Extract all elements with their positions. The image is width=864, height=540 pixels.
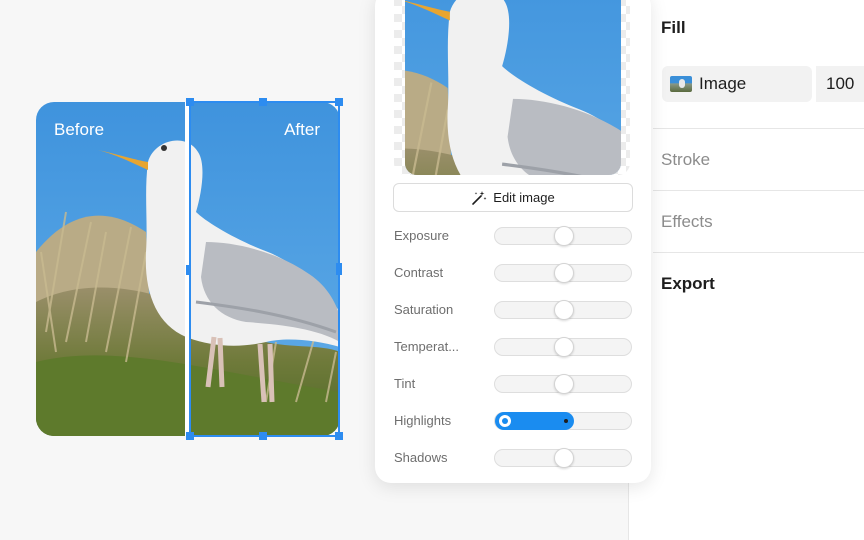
adjustment-slider[interactable] xyxy=(494,263,632,283)
export-section-title[interactable]: Export xyxy=(661,274,715,294)
adjustment-row: Saturation xyxy=(393,300,633,320)
before-label: Before xyxy=(54,120,105,139)
slider-end-marker[interactable] xyxy=(564,419,568,423)
adjustment-label: Shadows xyxy=(394,450,448,465)
resize-handle-bottom-left[interactable] xyxy=(186,432,194,440)
adjustment-label: Exposure xyxy=(394,228,449,243)
adjustment-slider[interactable] xyxy=(494,412,632,430)
section-divider xyxy=(653,252,864,253)
edit-image-button[interactable]: Edit image xyxy=(393,183,633,212)
slider-knob[interactable] xyxy=(554,337,574,357)
adjustment-row: Shadows xyxy=(393,448,633,468)
effects-section-title[interactable]: Effects xyxy=(661,212,713,232)
resize-handle-middle-left[interactable] xyxy=(186,265,191,275)
adjustment-row: Contrast xyxy=(393,263,633,283)
slider-knob[interactable] xyxy=(554,374,574,394)
resize-handle-bottom-middle[interactable] xyxy=(259,432,267,440)
adjustment-label: Highlights xyxy=(394,413,452,428)
fill-type-label: Image xyxy=(699,74,747,93)
adjustment-slider[interactable] xyxy=(494,374,632,394)
fill-section-title: Fill xyxy=(661,18,686,37)
fill-opacity-input[interactable]: 100 xyxy=(816,66,864,102)
adjustment-label: Saturation xyxy=(394,302,454,317)
slider-knob[interactable] xyxy=(554,263,574,283)
adjustment-slider[interactable] xyxy=(494,300,632,320)
adjustment-label: Contrast xyxy=(394,265,444,280)
properties-panel: Fill Image 100 Stroke Effects Export xyxy=(628,0,864,540)
adjustment-row: Temperat... xyxy=(393,337,633,357)
resize-handle-middle-right[interactable] xyxy=(336,263,342,275)
slider-knob[interactable] xyxy=(554,300,574,320)
adjustment-row: Exposure xyxy=(393,226,633,246)
slider-active-fill[interactable] xyxy=(495,412,574,430)
image-adjustments-popover: Edit image Exposure Contrast Saturation Tem… xyxy=(375,0,651,483)
magic-wand-icon xyxy=(472,190,487,205)
before-photo xyxy=(36,102,186,436)
adjustment-slider[interactable] xyxy=(494,226,632,246)
adjustment-label: Temperat... xyxy=(394,339,460,354)
after-photo xyxy=(188,102,340,436)
resize-handle-top-right[interactable] xyxy=(335,98,343,106)
slider-start-handle[interactable] xyxy=(499,415,511,427)
adjustment-row: Tint xyxy=(393,374,633,394)
stroke-section-title[interactable]: Stroke xyxy=(661,150,710,170)
image-preview xyxy=(394,0,630,175)
resize-handle-top-left[interactable] xyxy=(186,98,194,106)
after-label: After xyxy=(284,120,320,139)
adjustment-slider[interactable] xyxy=(494,337,632,357)
adjustment-row: Highlights xyxy=(393,411,633,431)
resize-handle-top-middle[interactable] xyxy=(259,98,267,106)
image-thumbnail-icon xyxy=(670,76,692,92)
fill-type-selector[interactable]: Image xyxy=(662,66,812,102)
slider-knob[interactable] xyxy=(554,226,574,246)
adjustment-slider[interactable] xyxy=(494,448,632,468)
resize-handle-bottom-right[interactable] xyxy=(335,432,343,440)
preview-photo xyxy=(405,0,621,175)
slider-knob[interactable] xyxy=(554,448,574,468)
section-divider xyxy=(653,190,864,191)
section-divider xyxy=(653,128,864,129)
edit-image-label: Edit image xyxy=(493,190,555,205)
adjustment-label: Tint xyxy=(394,376,416,391)
